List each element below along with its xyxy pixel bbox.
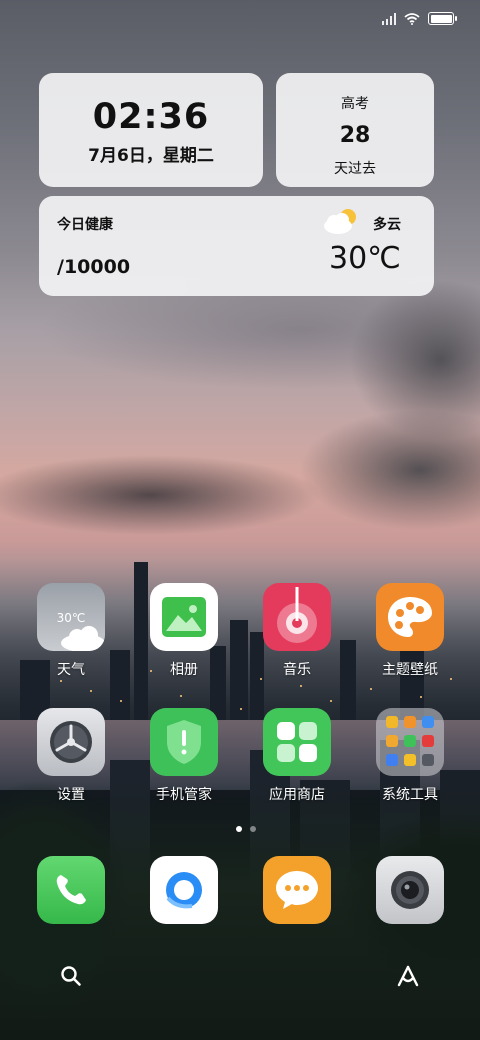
step-count: /10000 (57, 256, 131, 278)
app-phone[interactable] (23, 856, 119, 924)
health-label: 今日健康 (57, 217, 113, 233)
app-label: 天气 (57, 662, 85, 678)
bottom-bar (0, 955, 480, 997)
exam-days: 28 (339, 123, 371, 148)
app-messages[interactable] (249, 856, 345, 924)
clock-time: 02:36 (92, 97, 210, 137)
weather-temperature: 30℃ (329, 241, 401, 276)
health-weather-widget[interactable]: 今日健康 /10000 多云 30℃ (39, 196, 434, 296)
weather-app-icon: 30℃ (37, 583, 105, 651)
page-indicator (236, 826, 256, 832)
app-browser[interactable] (136, 856, 232, 924)
app-camera[interactable] (362, 856, 458, 924)
app-store-icon (263, 708, 331, 776)
app-label: 音乐 (283, 662, 311, 678)
app-label: 手机管家 (156, 787, 212, 803)
app-label: 设置 (57, 787, 85, 803)
app-theme[interactable]: 主题壁纸 (362, 583, 458, 679)
theme-app-icon (376, 583, 444, 651)
phone-app-icon (37, 856, 105, 924)
app-label: 主题壁纸 (382, 662, 438, 678)
partly-cloudy-icon (324, 209, 356, 234)
camera-app-icon (376, 856, 444, 924)
browser-app-icon (150, 856, 218, 924)
exam-countdown-widget[interactable]: 高考 28 天过去 (276, 73, 434, 187)
weather-condition: 多云 (373, 217, 401, 233)
folder-system-tools[interactable]: 系统工具 (362, 708, 458, 804)
exam-suffix: 天过去 (334, 161, 376, 177)
wifi-icon (404, 12, 420, 25)
app-settings[interactable]: 设置 (23, 708, 119, 804)
clock-widget[interactable]: 02:36 7月6日，星期二 (39, 73, 263, 187)
settings-app-icon (37, 708, 105, 776)
exam-title: 高考 (341, 96, 369, 112)
status-bar (382, 12, 457, 25)
app-gallery[interactable]: 相册 (136, 583, 232, 679)
page-dot (250, 826, 256, 832)
app-music[interactable]: 音乐 (249, 583, 345, 679)
music-app-icon (263, 583, 331, 651)
clock-date: 7月6日，星期二 (88, 146, 214, 166)
assistant-icon[interactable] (396, 965, 420, 987)
gallery-app-icon (150, 583, 218, 651)
security-app-icon (150, 708, 218, 776)
app-store[interactable]: 应用商店 (249, 708, 345, 804)
search-icon[interactable] (60, 965, 82, 987)
system-tools-folder-icon (376, 708, 444, 776)
messages-app-icon (263, 856, 331, 924)
app-label: 应用商店 (269, 787, 325, 803)
page-dot-active (236, 826, 242, 832)
app-weather[interactable]: 30℃ 天气 (23, 583, 119, 679)
signal-icon (382, 12, 396, 25)
weather-app-icon-text: 30℃ (56, 611, 86, 625)
app-security[interactable]: 手机管家 (136, 708, 232, 804)
app-label: 系统工具 (382, 787, 438, 803)
battery-icon (428, 12, 457, 25)
app-label: 相册 (170, 662, 198, 678)
